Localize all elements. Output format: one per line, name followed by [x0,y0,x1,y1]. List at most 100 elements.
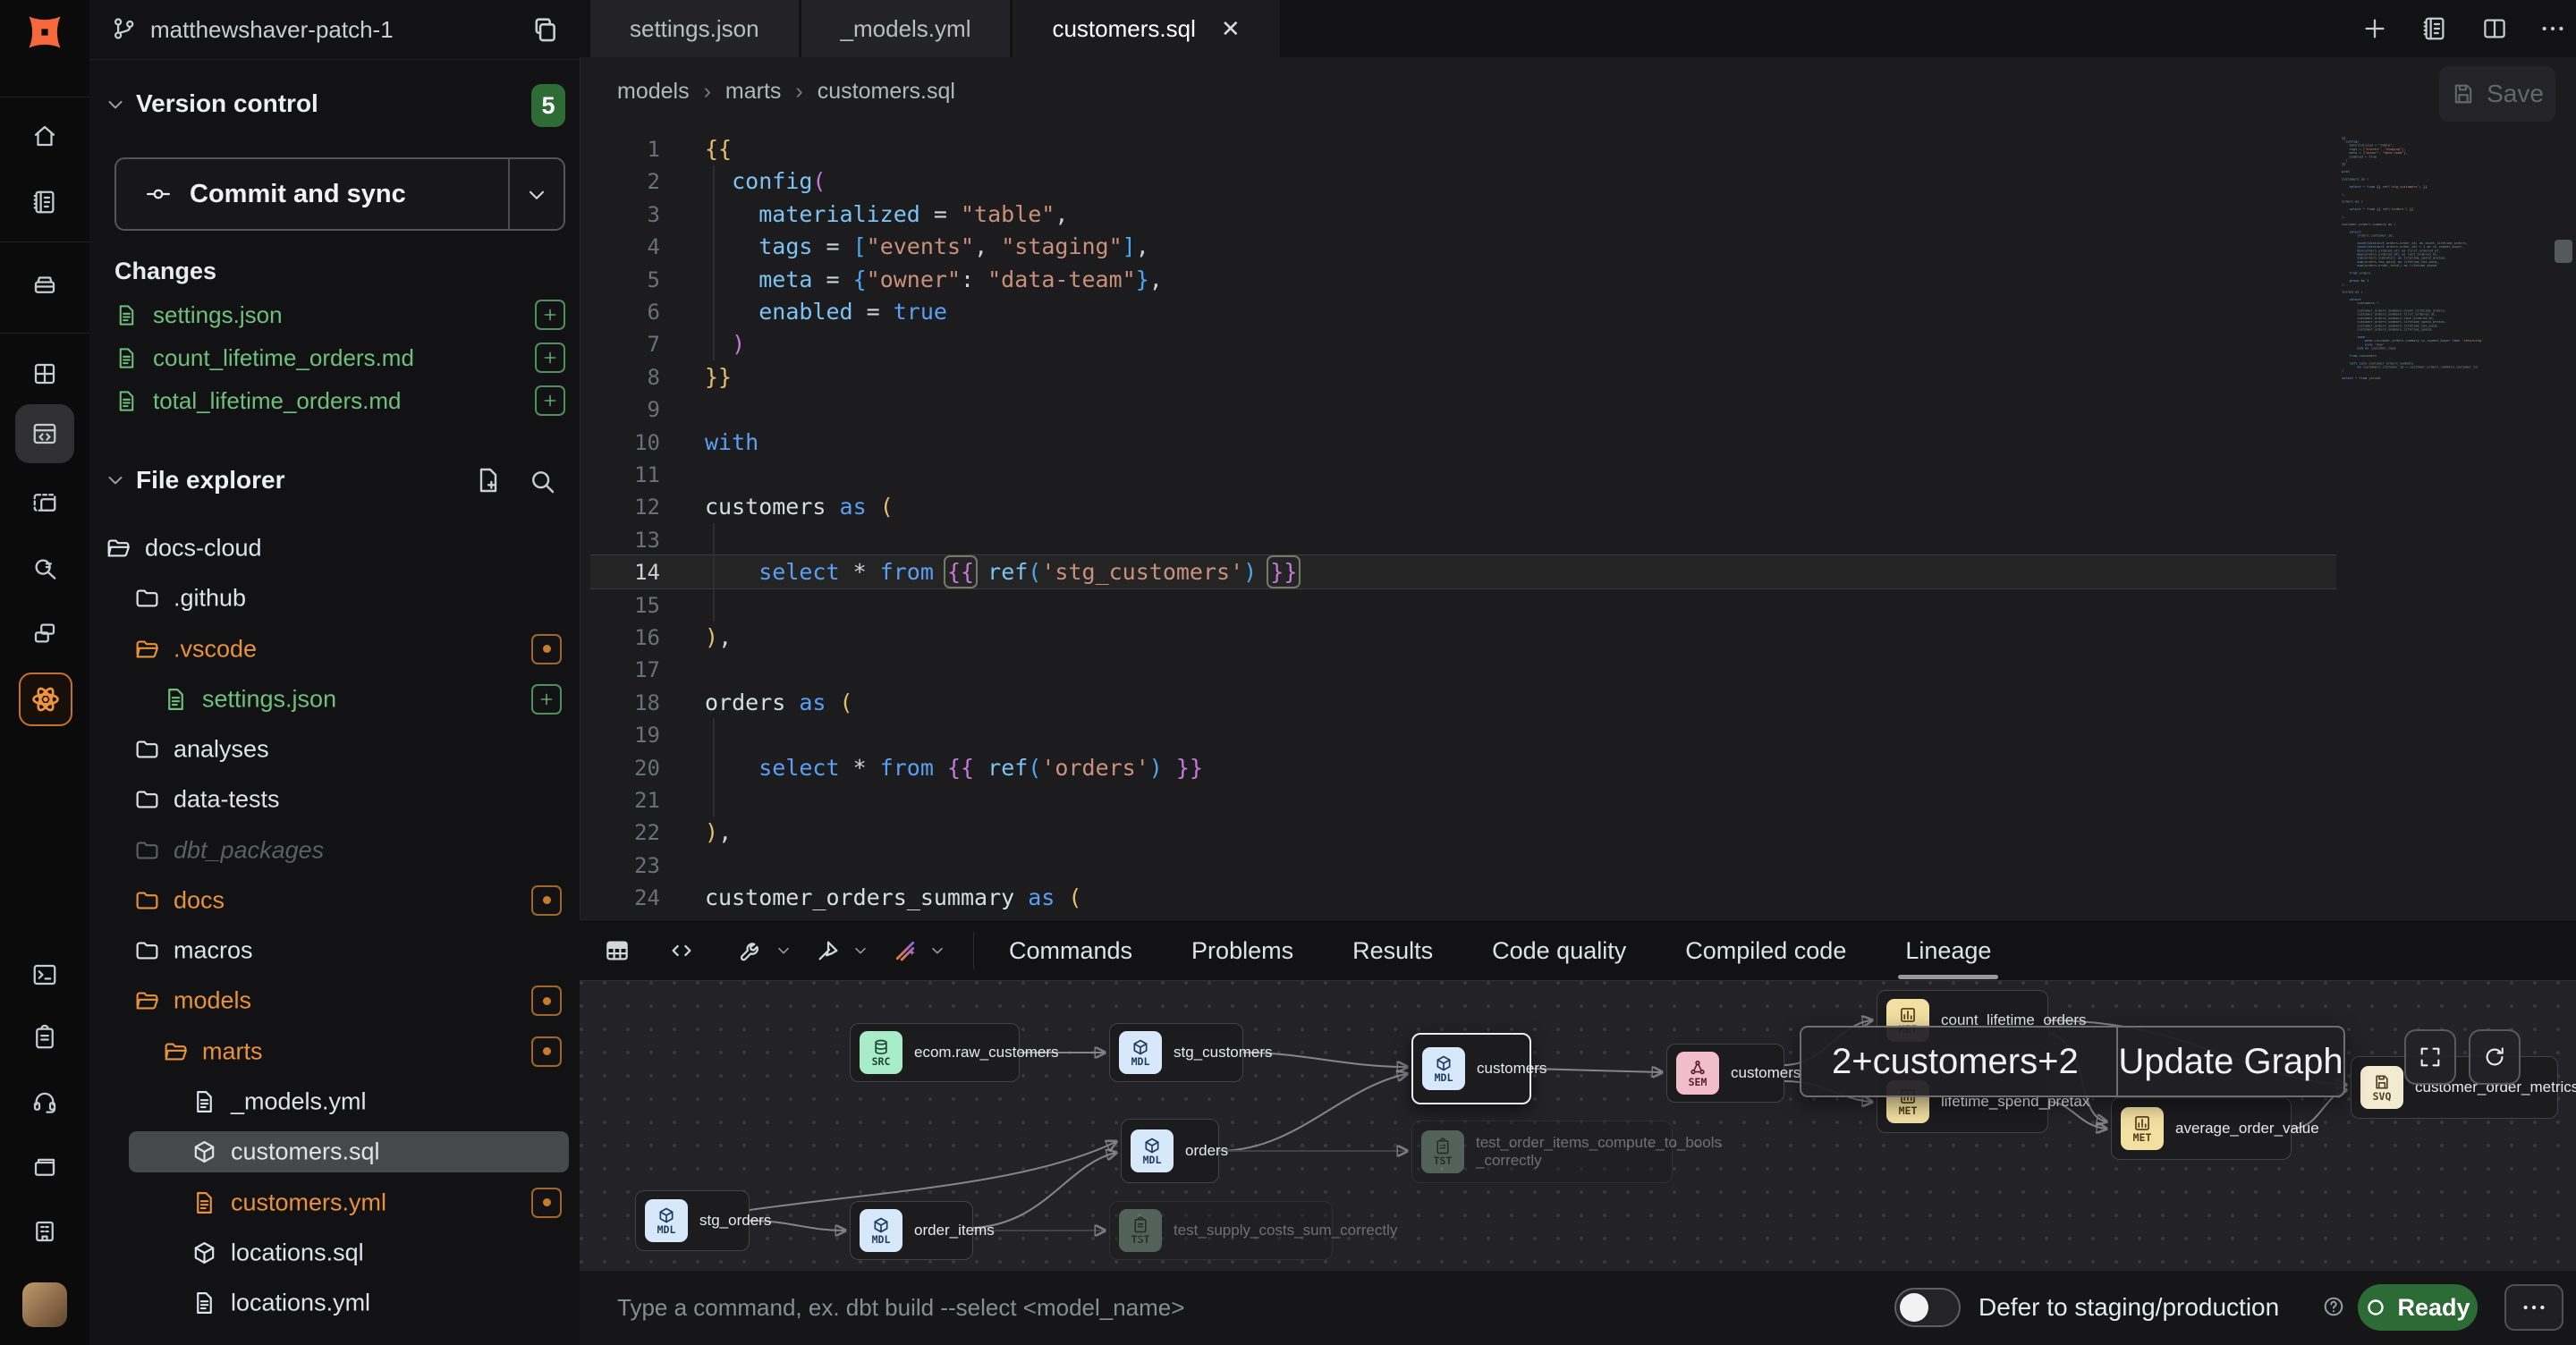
file-tree-item-dbt-packages[interactable]: dbt_packages [89,828,580,873]
code-line-15[interactable]: 15 [590,588,705,622]
code-line-1[interactable]: 1{{ [590,132,732,165]
organization-icon[interactable] [31,1218,58,1245]
code-line-22[interactable]: 22), [590,816,732,849]
code-line-20[interactable]: 20 select * from {{ ref('orders') }} [590,751,1203,784]
added-badge[interactable] [531,684,562,715]
code-line-10[interactable]: 10with [590,426,758,459]
fullscreen-button[interactable] [2404,1029,2456,1085]
lineage-node-ecom-raw-customers[interactable]: SRCecom.raw_customers [850,1023,1020,1082]
file-tree-item-docs[interactable]: docs [89,878,580,923]
code-line-2[interactable]: 2 config( [590,165,826,198]
code-line-4[interactable]: 4 tags = ["events", "staging"], [590,230,1149,263]
bottom-tab-lineage[interactable]: Lineage [1905,920,1991,981]
file-tree-item-models[interactable]: models [89,978,580,1023]
file-tree-item-docs-cloud[interactable]: docs-cloud [89,526,580,571]
code-line-24[interactable]: 24customer_orders_summary as ( [590,881,1081,914]
minimap[interactable]: {{ config( materialized = "table", tags … [2342,136,2549,726]
editor-scrollbar-thumb[interactable] [2555,240,2572,263]
close-tab-icon[interactable]: ✕ [1221,15,1241,43]
lineage-node-stg-orders[interactable]: MDLstg_orders [635,1190,750,1251]
lint-fix-icon[interactable] [815,937,842,964]
clipboard-icon[interactable] [31,1024,58,1051]
dbt-copilot-icon[interactable] [19,672,72,726]
breadcrumb[interactable]: models›marts›customers.sql [617,79,955,105]
status-badge[interactable]: Ready [2358,1284,2478,1331]
new-tab-icon[interactable] [2361,15,2388,42]
table-preview-icon[interactable] [604,937,631,964]
code-line-18[interactable]: 18orders as ( [590,686,853,719]
file-tree-item--models-yml[interactable]: _models.yml [89,1079,580,1124]
code-line-19[interactable]: 19 [590,718,705,751]
modified-badge[interactable] [531,634,562,664]
home-icon[interactable] [31,123,58,149]
file-tree-item-marts[interactable]: marts [89,1029,580,1074]
refresh-graph-button[interactable] [2469,1029,2521,1085]
added-badge[interactable] [535,385,565,416]
update-graph-button[interactable]: Update Graph [2118,1028,2343,1095]
split-editor-icon[interactable] [2481,15,2508,42]
lineage-node-customers-model[interactable]: MDLcustomers [1411,1033,1531,1104]
branch-name[interactable]: matthewshaver-patch-1 [150,0,394,59]
breadcrumb-part[interactable]: models [617,79,690,105]
new-file-icon[interactable] [474,466,503,495]
file-explorer-chevron-icon[interactable] [104,469,127,492]
drawer-icon[interactable] [31,271,58,298]
user-avatar[interactable] [22,1282,67,1327]
tab--models-yml[interactable]: _models.yml [801,0,1011,57]
breadcrumb-part[interactable]: marts [725,79,782,105]
lineage-canvas[interactable]: SRCecom.raw_customers MDLstg_customers MDL… [580,980,2576,1271]
file-tree-item--github[interactable]: .github [89,576,580,621]
defer-toggle[interactable] [1894,1288,1961,1327]
lineage-node-stg-customers[interactable]: MDLstg_customers [1109,1023,1243,1082]
code-line-7[interactable]: 7 ) [590,327,745,360]
tab-customers-sql[interactable]: customers.sql✕ [1013,0,1279,57]
file-tree-item-settings-json[interactable]: settings.json [89,677,580,722]
lineage-node-orders[interactable]: MDLorders [1121,1119,1219,1183]
dbt-logo-icon[interactable] [21,8,69,56]
code-line-14[interactable]: 14 select * from {{ ref('stg_customers')… [590,555,1297,588]
tab-settings-json[interactable]: settings.json [590,0,799,57]
changed-file-row[interactable]: settings.json [114,295,565,334]
file-tree-item-customers-sql[interactable]: customers.sql [89,1129,580,1174]
file-tree-item--vscode[interactable]: .vscode [89,627,580,672]
build-icon[interactable] [738,937,765,964]
code-line-11[interactable]: 11 [590,458,705,491]
code-line-21[interactable]: 21 [590,783,705,816]
modified-badge[interactable] [531,985,562,1016]
lineage-node-order-items[interactable]: MDLorder_items [850,1201,973,1260]
notebook-icon[interactable] [31,189,58,216]
code-preview-icon[interactable] [668,937,695,964]
code-editor-icon[interactable] [31,420,58,447]
search-files-icon[interactable] [528,467,556,495]
code-line-16[interactable]: 16), [590,621,732,654]
command-more-button[interactable] [2504,1284,2563,1331]
ai-chevron-icon[interactable] [928,942,946,960]
code-line-9[interactable]: 9 [590,393,705,426]
file-tree-item-analyses[interactable]: analyses [89,727,580,772]
file-tree-item-locations-sql[interactable]: locations.sql [89,1231,580,1275]
windows-icon[interactable] [31,620,58,647]
lineage-node-test-order-items[interactable]: TSTtest_order_items_compute_to_bools_cor… [1411,1121,1673,1183]
folders-icon[interactable] [31,1154,58,1180]
file-tree-item-data-tests[interactable]: data-tests [89,777,580,822]
command-input[interactable]: Type a command, ex. dbt build --select <… [617,1270,1184,1345]
ai-fix-icon[interactable] [892,937,919,964]
build-chevron-icon[interactable] [775,942,792,960]
bottom-tab-code-quality[interactable]: Code quality [1492,920,1626,981]
search-code-icon[interactable] [31,555,58,582]
code-line-5[interactable]: 5 meta = {"owner": "data-team"}, [590,263,1163,296]
modified-badge[interactable] [531,1188,562,1218]
added-badge[interactable] [535,343,565,373]
commit-options-chevron-icon[interactable] [524,182,549,207]
code-line-13[interactable]: 13 [590,523,705,556]
modified-badge[interactable] [531,1036,562,1067]
commit-and-sync-button[interactable]: Commit and sync [114,157,565,231]
lineage-node-test-supply-costs[interactable]: TSTtest_supply_costs_sum_correctly [1109,1201,1333,1260]
code-line-3[interactable]: 3 materialized = "table", [590,198,1068,231]
bottom-tab-results[interactable]: Results [1352,920,1433,981]
notebook-panel-icon[interactable] [2421,15,2448,42]
changed-file-row[interactable]: count_lifetime_orders.md [114,338,565,377]
code-line-23[interactable]: 23 [590,849,705,882]
bottom-tab-commands[interactable]: Commands [1009,920,1132,981]
lineage-selector-input[interactable]: 2+customers+2 [1801,1028,2116,1095]
